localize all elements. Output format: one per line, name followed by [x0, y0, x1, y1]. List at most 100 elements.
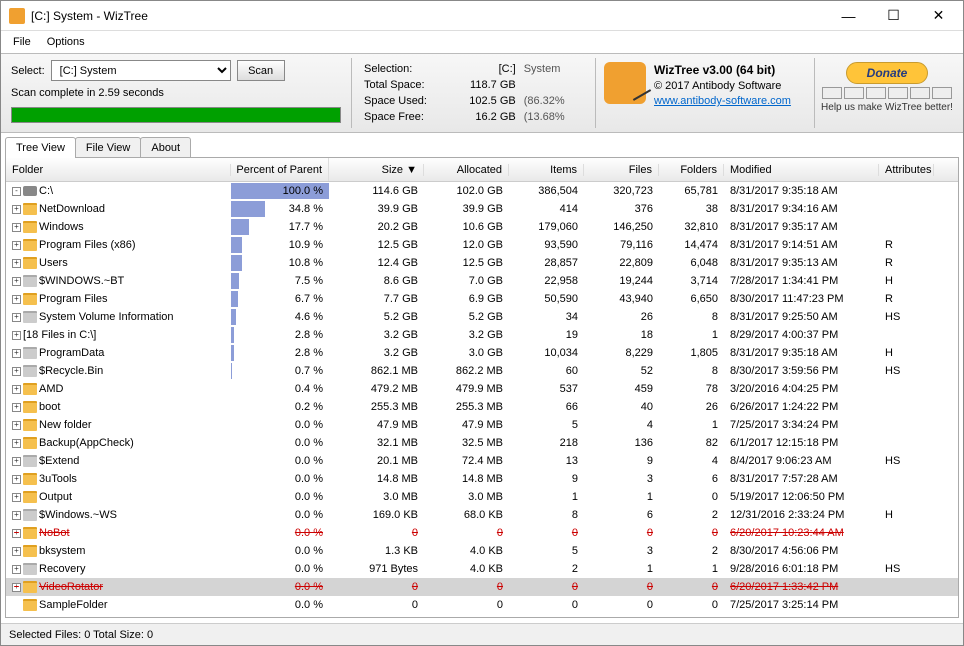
tree-row[interactable]: +NetDownload34.8 %39.9 GB39.9 GB41437638…	[6, 200, 958, 218]
donate-button[interactable]: Donate	[846, 62, 929, 84]
expand-toggle[interactable]: +	[12, 457, 21, 466]
tree-row[interactable]: +Users10.8 %12.4 GB12.5 GB28,85722,8096,…	[6, 254, 958, 272]
files-value: 52	[584, 365, 659, 377]
items-value: 8	[509, 509, 584, 521]
folder-icon	[23, 455, 37, 467]
folder-name: ProgramData	[39, 347, 104, 359]
folder-name: C:\	[39, 185, 53, 197]
tree-row[interactable]: +[18 Files in C:\]2.8 %3.2 GB3.2 GB19181…	[6, 326, 958, 344]
percent-value: 0.0 %	[295, 545, 323, 557]
expand-toggle[interactable]: +	[12, 493, 21, 502]
tree-row[interactable]: +$WINDOWS.~BT7.5 %8.6 GB7.0 GB22,95819,2…	[6, 272, 958, 290]
attr-value: HS	[879, 311, 934, 323]
drive-select[interactable]: [C:] System	[51, 60, 231, 81]
tree-row[interactable]: +Program Files6.7 %7.7 GB6.9 GB50,59043,…	[6, 290, 958, 308]
grid-body[interactable]: -C:\100.0 %114.6 GB102.0 GB386,504320,72…	[6, 182, 958, 617]
tree-row[interactable]: +Windows17.7 %20.2 GB10.6 GB179,060146,2…	[6, 218, 958, 236]
tree-row[interactable]: +bksystem0.0 %1.3 KB4.0 KB5328/30/2017 4…	[6, 542, 958, 560]
col-files[interactable]: Files	[584, 164, 659, 176]
percent-value: 0.0 %	[295, 455, 323, 467]
expand-toggle[interactable]: +	[12, 565, 21, 574]
minimize-button[interactable]: —	[826, 2, 871, 30]
folders-value: 38	[659, 203, 724, 215]
col-allocated[interactable]: Allocated	[424, 164, 509, 176]
col-folder[interactable]: Folder	[6, 164, 231, 176]
tree-row[interactable]: +3uTools0.0 %14.8 MB14.8 MB9368/31/2017 …	[6, 470, 958, 488]
maximize-button[interactable]: ☐	[871, 2, 916, 30]
tree-row[interactable]: +ProgramData2.8 %3.2 GB3.0 GB10,0348,229…	[6, 344, 958, 362]
expand-toggle[interactable]: +	[12, 259, 21, 268]
tree-row[interactable]: SampleFolder0.0 %000007/25/2017 3:25:14 …	[6, 596, 958, 614]
col-size[interactable]: Size ▼	[329, 164, 424, 176]
expand-toggle[interactable]: +	[12, 511, 21, 520]
close-button[interactable]: ✕	[916, 2, 961, 30]
expand-toggle[interactable]: +	[12, 349, 21, 358]
col-items[interactable]: Items	[509, 164, 584, 176]
expand-toggle[interactable]: +	[12, 529, 21, 538]
tab-tree-view[interactable]: Tree View	[5, 137, 76, 158]
tab-about[interactable]: About	[140, 137, 191, 158]
app-logo-icon	[604, 62, 646, 104]
grid-header: Folder Percent of Parent Size ▼ Allocate…	[6, 158, 958, 182]
expand-toggle[interactable]: +	[12, 421, 21, 430]
size-value: 39.9 GB	[329, 203, 424, 215]
alloc-value: 255.3 MB	[424, 401, 509, 413]
folders-value: 6	[659, 473, 724, 485]
tree-row[interactable]: +Backup(AppCheck)0.0 %32.1 MB32.5 MB2181…	[6, 434, 958, 452]
expand-toggle[interactable]: +	[12, 205, 21, 214]
expand-toggle[interactable]: +	[12, 223, 21, 232]
tree-row[interactable]: +boot0.2 %255.3 MB255.3 MB6640266/26/201…	[6, 398, 958, 416]
folder-icon	[23, 473, 37, 485]
folder-icon	[23, 293, 37, 305]
tree-row[interactable]: PerfLogs0.0 %000007/16/2016 7:47:47 AM	[6, 614, 958, 617]
expand-toggle[interactable]: +	[12, 295, 21, 304]
tree-row[interactable]: +Recovery0.0 %971 Bytes4.0 KB2119/28/201…	[6, 560, 958, 578]
col-percent[interactable]: Percent of Parent	[231, 158, 329, 181]
tree-row[interactable]: +$Windows.~WS0.0 %169.0 KB68.0 KB86212/3…	[6, 506, 958, 524]
expand-toggle[interactable]: +	[12, 475, 21, 484]
expand-toggle[interactable]: +	[12, 241, 21, 250]
folder-icon	[23, 203, 37, 215]
folders-value: 1	[659, 329, 724, 341]
col-attributes[interactable]: Attributes	[879, 164, 934, 176]
expand-toggle[interactable]: +	[12, 439, 21, 448]
scan-button[interactable]: Scan	[237, 60, 285, 81]
tree-row[interactable]: +NoBot0.0 %000006/20/2017 10:23:44 AM	[6, 524, 958, 542]
folder-name: $Recycle.Bin	[39, 365, 103, 377]
attr-value: R	[879, 293, 934, 305]
tree-row[interactable]: +Program Files (x86)10.9 %12.5 GB12.0 GB…	[6, 236, 958, 254]
percent-value: 0.0 %	[295, 563, 323, 575]
tree-row[interactable]: -C:\100.0 %114.6 GB102.0 GB386,504320,72…	[6, 182, 958, 200]
percent-value: 0.0 %	[295, 599, 323, 611]
tree-row[interactable]: +New folder0.0 %47.9 MB47.9 MB5417/25/20…	[6, 416, 958, 434]
tree-row[interactable]: +AMD0.4 %479.2 MB479.9 MB537459783/20/20…	[6, 380, 958, 398]
folder-name: AMD	[39, 383, 63, 395]
items-value: 19	[509, 329, 584, 341]
tree-row[interactable]: +$Recycle.Bin0.7 %862.1 MB862.2 MB605288…	[6, 362, 958, 380]
expand-toggle[interactable]: +	[12, 313, 21, 322]
website-link[interactable]: www.antibody-software.com	[654, 95, 791, 107]
expand-toggle[interactable]: +	[12, 367, 21, 376]
expand-toggle[interactable]: +	[12, 385, 21, 394]
alloc-value: 4.0 KB	[424, 545, 509, 557]
alloc-value: 0	[424, 599, 509, 611]
col-folders[interactable]: Folders	[659, 164, 724, 176]
expand-toggle[interactable]: +	[12, 277, 21, 286]
expand-toggle[interactable]: +	[12, 403, 21, 412]
folders-value: 0	[659, 599, 724, 611]
tree-row[interactable]: +VideoRotator0.0 %000006/20/2017 1:33:42…	[6, 578, 958, 596]
size-value: 12.4 GB	[329, 257, 424, 269]
expand-toggle[interactable]: +	[12, 583, 21, 592]
tree-row[interactable]: +Output0.0 %3.0 MB3.0 MB1105/19/2017 12:…	[6, 488, 958, 506]
items-value: 2	[509, 563, 584, 575]
expand-toggle[interactable]: +	[12, 547, 21, 556]
tree-row[interactable]: +$Extend0.0 %20.1 MB72.4 MB13948/4/2017 …	[6, 452, 958, 470]
expand-toggle[interactable]: +	[12, 331, 21, 340]
menu-file[interactable]: File	[5, 33, 39, 51]
expand-toggle[interactable]: -	[12, 187, 21, 196]
tree-row[interactable]: +System Volume Information4.6 %5.2 GB5.2…	[6, 308, 958, 326]
menu-options[interactable]: Options	[39, 33, 93, 51]
tab-file-view[interactable]: File View	[75, 137, 141, 158]
alloc-value: 72.4 MB	[424, 455, 509, 467]
col-modified[interactable]: Modified	[724, 164, 879, 176]
